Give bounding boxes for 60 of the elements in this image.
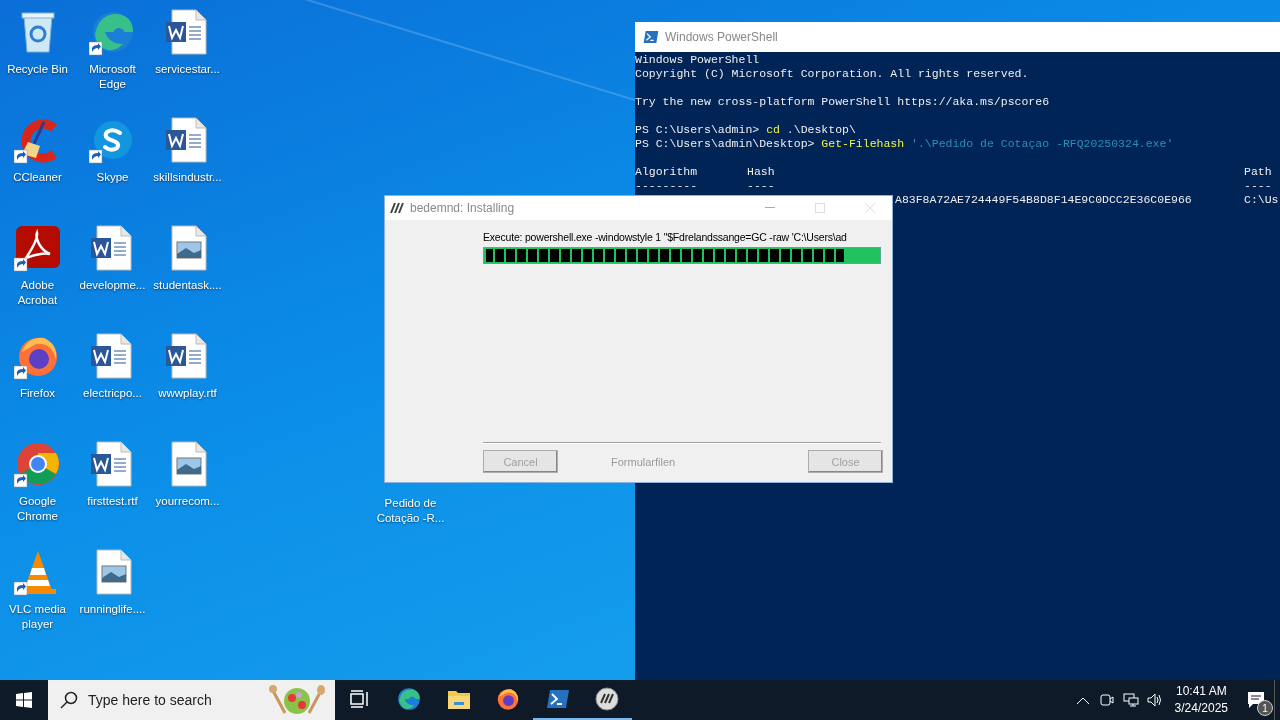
notification-badge: 1 (1257, 700, 1273, 716)
clock[interactable]: 10:41 AM 3/24/2025 (1174, 683, 1228, 717)
console-text: PS C:\Users\admin> (635, 123, 760, 137)
folder-icon (446, 688, 471, 710)
icon-label: electricpo... (83, 386, 142, 401)
console-text: Copyright (C) Microsoft Corporation. All rights reserved. (635, 67, 1029, 81)
icon-label: skillsindustr... (153, 170, 222, 185)
column-rule: ---- (1244, 179, 1273, 193)
camera-icon[interactable] (1099, 693, 1114, 707)
installer-icon (595, 687, 620, 711)
column-header: Path (1244, 165, 1273, 179)
acrobat-icon[interactable] (13, 224, 62, 272)
icon-label: Firefox (19, 386, 56, 401)
hash-value: A83F8A72AE724449F54B8D8F14E9C0DCC2E36C0E966 (895, 193, 1192, 206)
notifications-button[interactable]: 1 (1238, 680, 1274, 720)
column-rule: ---- (747, 179, 776, 193)
icon-label: Recycle Bin (7, 62, 68, 77)
icon-label: VLC media player (8, 602, 67, 632)
powershell-icon (643, 30, 659, 44)
installer-icon (389, 201, 405, 215)
icon-label: studentask.... (153, 278, 222, 293)
network-icon[interactable] (1122, 693, 1139, 707)
icon-label: Adobe Acrobat (16, 278, 59, 308)
date-text: 3/24/2025 (1174, 700, 1228, 717)
window-title: Windows PowerShell (665, 30, 778, 44)
edge-icon (396, 686, 423, 712)
status-text: Execute: powershell.exe -windowstyle 1 "$Fdrelandssange=GC -raw 'C:\Users\ad (483, 230, 848, 244)
chrome-icon[interactable] (13, 440, 62, 488)
search-box[interactable]: Type here to search (48, 680, 335, 720)
icon-label: firsttest.rtf (87, 494, 138, 509)
time-text: 10:41 AM (1175, 683, 1227, 700)
column-header: Hash (747, 165, 776, 179)
icon-label: Microsoft Edge (88, 62, 137, 92)
icon-label: Pedido de Cotação -R... (375, 496, 446, 526)
chevron-up-icon[interactable] (1076, 696, 1089, 704)
path-value: C:\Us (1244, 193, 1280, 207)
volume-icon[interactable] (1146, 693, 1163, 707)
console-text: Try the new cross-platform PowerShell https://aka.ms/pscore6 (635, 95, 1050, 109)
windows-icon (16, 692, 32, 708)
icon-label: wwwplay.rtf (158, 386, 217, 401)
console-text: PS C:\Users\admin\Desktop> (635, 137, 815, 151)
brand-text: Formularfilen (611, 455, 677, 468)
task-view-icon (349, 690, 370, 708)
console-text: '.\Pedido de Cotaçao -RFQ20250324.exe' (910, 137, 1174, 151)
console-text: Windows PowerShell (635, 53, 760, 67)
icon-label: yourrecom... (155, 494, 220, 509)
powershell-icon (545, 689, 570, 709)
window-title: bedemnd: Installing (410, 201, 516, 215)
console-text: cd (765, 123, 780, 137)
console-text: Get-Filehash (820, 137, 905, 151)
icon-label: CCleaner (13, 170, 62, 185)
console-text: .\Desktop\ (785, 123, 856, 137)
search-icon (60, 691, 78, 709)
icon-label: Google Chrome (16, 494, 59, 524)
icon-label: developme... (79, 278, 146, 293)
column-header: Algorithm (635, 165, 699, 179)
icon-label: Skype (96, 170, 129, 185)
icon-label: runninglife.... (79, 602, 146, 617)
icon-label: servicestar... (155, 62, 220, 77)
column-rule: --------- (635, 179, 699, 193)
